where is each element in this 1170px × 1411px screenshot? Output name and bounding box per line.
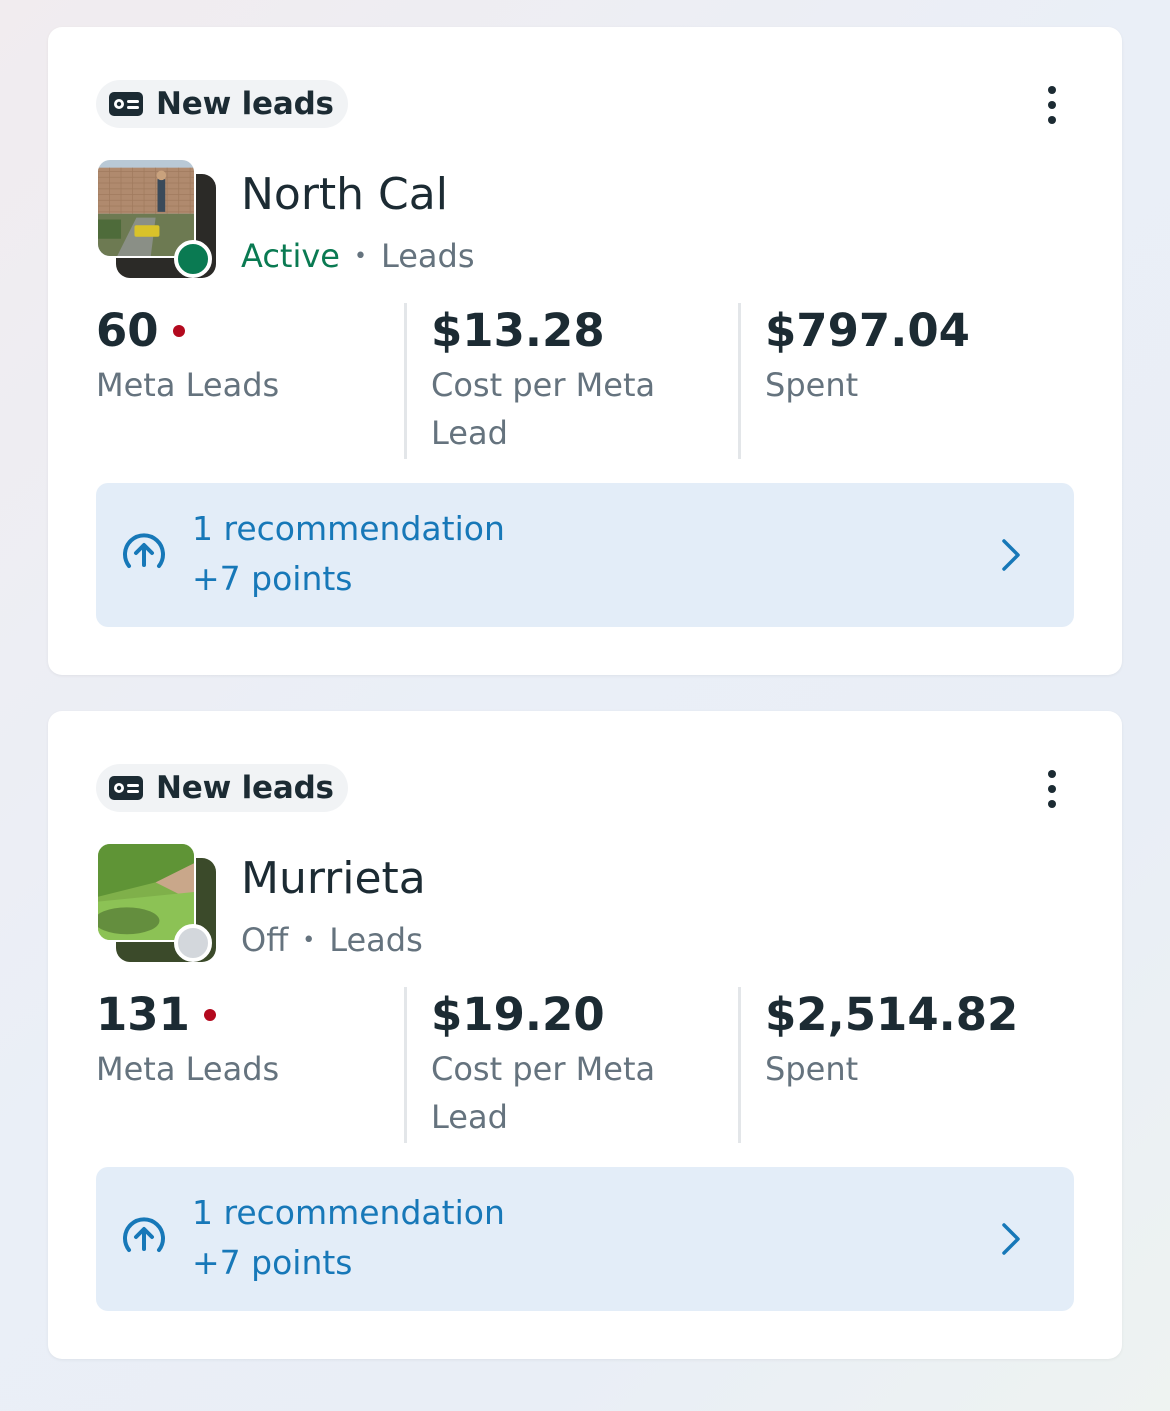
metrics-row: 131 Meta Leads $19.20 Cost per Meta Lead… bbox=[96, 987, 1076, 1143]
recommendation-banner[interactable]: 1 recommendation +7 points bbox=[96, 483, 1074, 627]
more-options-icon[interactable] bbox=[1036, 81, 1068, 129]
campaign-card[interactable]: New leads Murrieta Off • Leads 131 Meta … bbox=[48, 711, 1122, 1359]
campaign-thumbnail bbox=[96, 158, 216, 278]
new-indicator-dot bbox=[203, 1009, 216, 1021]
campaign-name[interactable]: North Cal bbox=[241, 169, 448, 220]
lead-card-icon bbox=[109, 92, 143, 116]
spent-label: Spent bbox=[765, 1050, 859, 1088]
badge-label: New leads bbox=[156, 770, 334, 806]
campaign-subtitle: Off • Leads bbox=[241, 921, 423, 959]
recommendation-title: 1 recommendation bbox=[192, 509, 505, 548]
lead-card-icon bbox=[109, 776, 143, 800]
campaign-status: Off bbox=[241, 921, 289, 959]
recommendation-points: +7 points bbox=[192, 559, 353, 598]
metric-meta-leads: 131 Meta Leads bbox=[96, 987, 404, 1143]
new-leads-badge: New leads bbox=[96, 764, 348, 812]
spent-value: $797.04 bbox=[765, 304, 970, 357]
meta-leads-value: 131 bbox=[96, 988, 190, 1041]
metric-spent: $2,514.82 Spent bbox=[738, 987, 1076, 1143]
cost-per-lead-label: Cost per Meta Lead bbox=[431, 366, 656, 452]
arrow-up-circle-icon bbox=[123, 1217, 165, 1252]
more-options-icon[interactable] bbox=[1036, 765, 1068, 813]
cost-per-lead-value: $19.20 bbox=[431, 988, 605, 1041]
status-dot-active bbox=[174, 240, 212, 278]
metrics-row: 60 Meta Leads $13.28 Cost per Meta Lead … bbox=[96, 303, 1076, 459]
metric-cost-per-lead: $13.28 Cost per Meta Lead bbox=[404, 303, 738, 459]
campaign-name[interactable]: Murrieta bbox=[241, 853, 426, 904]
spent-value: $2,514.82 bbox=[765, 988, 1019, 1041]
campaign-card[interactable]: New leads North Cal Active • Leads 60 Me… bbox=[48, 27, 1122, 675]
new-leads-badge: New leads bbox=[96, 80, 348, 128]
meta-leads-label: Meta Leads bbox=[96, 1050, 280, 1088]
campaign-status: Active bbox=[241, 237, 340, 275]
cost-per-lead-label: Cost per Meta Lead bbox=[431, 1050, 656, 1136]
meta-leads-value: 60 bbox=[96, 304, 159, 357]
metric-spent: $797.04 Spent bbox=[738, 303, 1076, 459]
badge-label: New leads bbox=[156, 86, 334, 122]
campaign-objective: Leads bbox=[329, 921, 423, 959]
metric-cost-per-lead: $19.20 Cost per Meta Lead bbox=[404, 987, 738, 1143]
campaign-thumbnail bbox=[96, 842, 216, 962]
recommendation-title: 1 recommendation bbox=[192, 1193, 505, 1232]
spent-label: Spent bbox=[765, 366, 859, 404]
chevron-right-icon bbox=[1002, 539, 1020, 571]
new-indicator-dot bbox=[172, 325, 185, 337]
separator: • bbox=[353, 243, 367, 269]
recommendation-banner[interactable]: 1 recommendation +7 points bbox=[96, 1167, 1074, 1311]
status-dot-off bbox=[174, 924, 212, 962]
meta-leads-label: Meta Leads bbox=[96, 366, 280, 404]
separator: • bbox=[302, 927, 316, 953]
campaign-subtitle: Active • Leads bbox=[241, 237, 475, 275]
arrow-up-circle-icon bbox=[123, 533, 165, 568]
metric-meta-leads: 60 Meta Leads bbox=[96, 303, 404, 459]
campaign-objective: Leads bbox=[380, 237, 475, 275]
cost-per-lead-value: $13.28 bbox=[431, 304, 605, 357]
chevron-right-icon bbox=[1002, 1223, 1020, 1255]
recommendation-points: +7 points bbox=[192, 1243, 353, 1282]
